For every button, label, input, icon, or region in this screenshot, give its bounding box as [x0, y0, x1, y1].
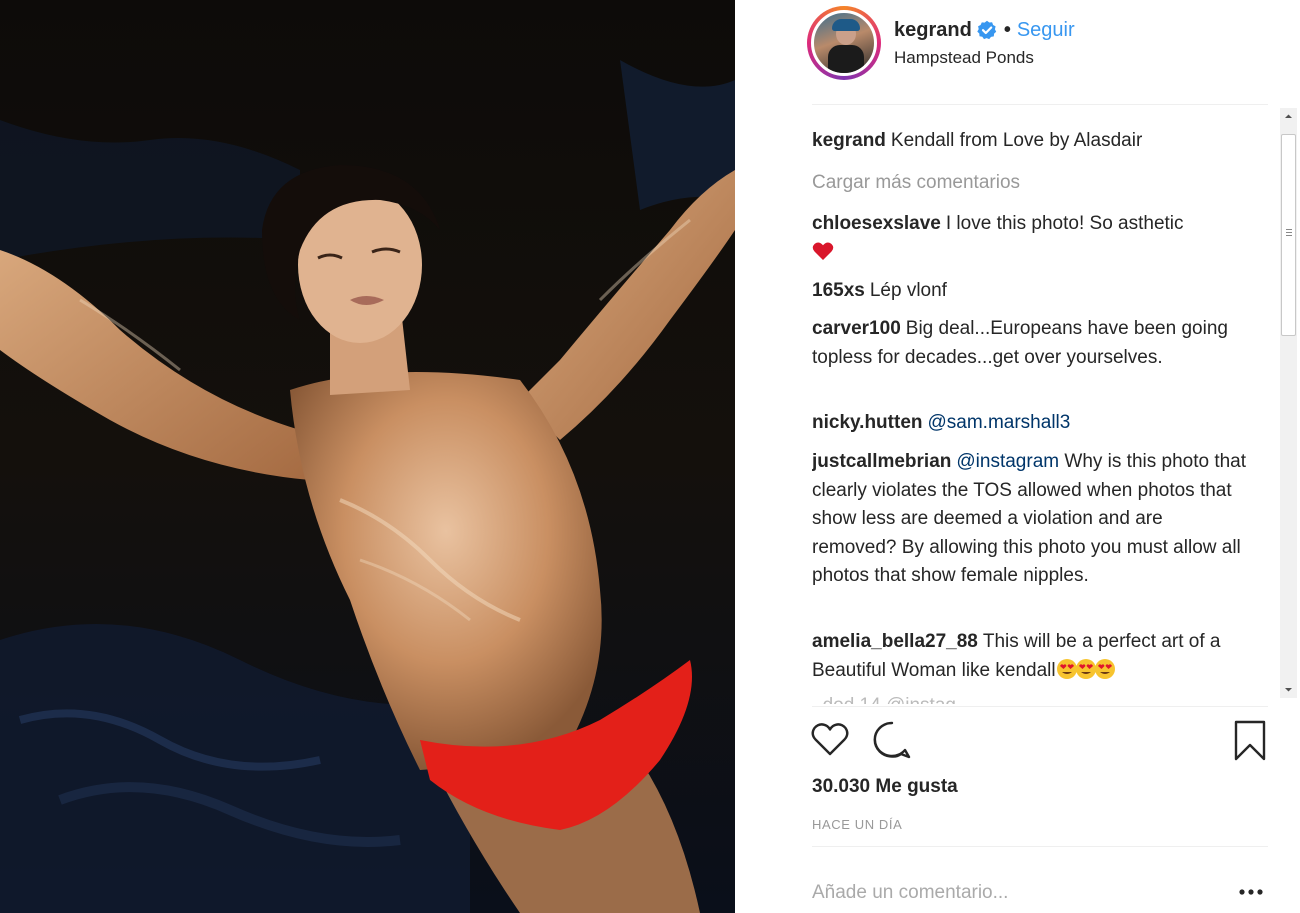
divider [812, 846, 1268, 847]
comment-username[interactable]: amelia_bella27_88 [812, 631, 978, 652]
comment-item: chloesexslave I love this photo! So asthe… [812, 210, 1252, 267]
comment-item: carver100 Big deal...Europeans have been … [812, 315, 1252, 372]
post-photo-illustration [0, 0, 735, 913]
comment-item: nicky.hutten @sam.marshall3 [812, 409, 1252, 438]
post-side-panel: kegrand • Seguir Hampstead Ponds kegrand… [735, 0, 1300, 913]
comment-item: amelia_bella27_88 This will be a perfect … [812, 628, 1252, 689]
comment-username[interactable]: chloesexslave [812, 213, 941, 234]
comment-username[interactable]: justcallmebrian [812, 451, 951, 472]
post-actions-bar [810, 716, 1270, 766]
follow-button[interactable]: Seguir [1017, 19, 1075, 42]
scrollbar-grip-icon [1286, 229, 1292, 237]
scrollbar-thumb[interactable] [1281, 134, 1296, 336]
scroll-down-arrow-icon[interactable] [1280, 681, 1297, 698]
cut-off-comment: _dod 14 @instag [812, 692, 1212, 704]
comments-scrollbar[interactable] [1280, 108, 1297, 698]
heart-eyes-emoji-group [1056, 658, 1116, 690]
comment-mention-link[interactable]: @instagram [956, 451, 1059, 472]
load-more-comments-button[interactable]: Cargar más comentarios [812, 169, 1252, 198]
author-username[interactable]: kegrand [894, 19, 972, 42]
ellipsis-icon[interactable] [1237, 882, 1265, 902]
comment-mention-link[interactable]: @sam.marshall3 [928, 412, 1071, 433]
avatar-story-ring[interactable] [807, 6, 881, 80]
comments-list[interactable]: kegrand Kendall from Love by Alasdair Car… [812, 106, 1272, 704]
comment-username[interactable]: 165xs [812, 280, 865, 301]
verified-badge-icon [977, 20, 997, 40]
add-comment-input[interactable] [812, 878, 1212, 908]
heart-outline-icon[interactable] [810, 720, 850, 763]
heart-eyes-emoji-icon [1094, 658, 1116, 680]
divider [812, 104, 1268, 105]
red-heart-icon [812, 241, 834, 261]
caption-username[interactable]: kegrand [812, 130, 886, 151]
avatar[interactable] [811, 10, 877, 76]
comment-item: justcallmebrian @instagram Why is this ph… [812, 448, 1252, 591]
divider [812, 706, 1268, 707]
comment-username[interactable]: carver100 [812, 318, 901, 339]
comment-text: I love this photo! So asthetic [945, 213, 1184, 234]
likes-count[interactable]: 30.030 Me gusta [812, 776, 958, 798]
instagram-post: kegrand • Seguir Hampstead Ponds kegrand… [0, 0, 1300, 913]
bookmark-icon[interactable] [1233, 720, 1267, 767]
post-header: kegrand • Seguir Hampstead Ponds [735, 0, 1300, 105]
post-photo[interactable] [0, 0, 735, 913]
comment-text: Lép vlonf [869, 280, 947, 301]
caption-text: Kendall from Love by Alasdair [890, 130, 1143, 151]
comment-username[interactable]: nicky.hutten [812, 412, 923, 433]
scroll-up-arrow-icon[interactable] [1280, 108, 1297, 125]
post-timestamp[interactable]: HACE UN DÍA [812, 817, 902, 832]
separator-dot: • [1003, 18, 1011, 41]
comment-item: 165xs Lép vlonf [812, 277, 1252, 306]
post-caption: kegrand Kendall from Love by Alasdair [812, 127, 1252, 156]
location-link[interactable]: Hampstead Ponds [894, 48, 1034, 68]
speech-bubble-icon[interactable] [872, 720, 912, 765]
author-row: kegrand • Seguir [894, 16, 1075, 44]
